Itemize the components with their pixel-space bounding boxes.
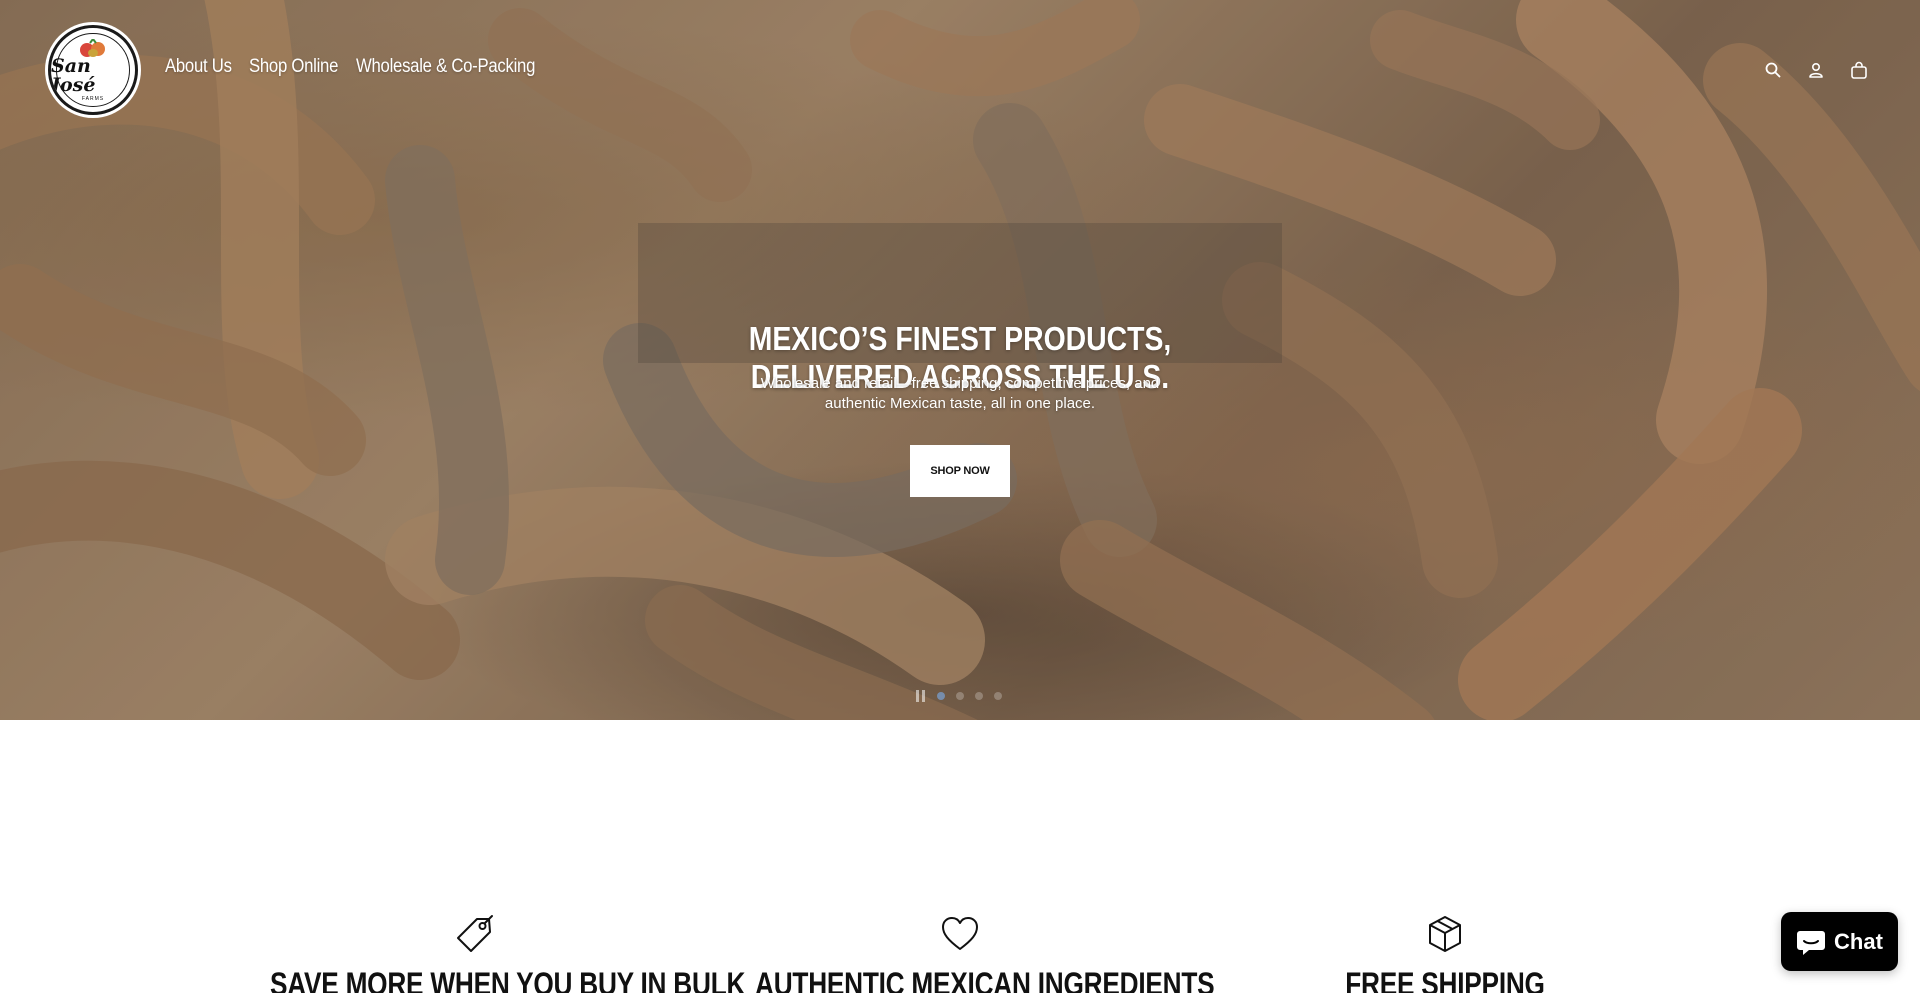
slideshow-controls [916,690,1002,702]
nav-wholesale-co-packing[interactable]: Wholesale & Co-Packing [356,56,535,78]
pause-icon[interactable] [916,690,926,702]
main-nav: About Us Shop Online Wholesale & Co-Pack… [165,56,580,78]
slide-dot-1[interactable] [937,692,945,700]
features-section: SAVE MORE WHEN YOU BUY IN BULK AUTHENTIC… [0,900,1920,993]
logo-text: San José [51,55,96,96]
slide-dot-4[interactable] [994,692,1002,700]
chat-button[interactable]: Chat [1781,912,1898,971]
chat-label: Chat [1834,928,1883,954]
feature-title-free-shipping: FREE SHIPPING [1345,966,1545,993]
box-icon [1429,916,1461,952]
brand-logo[interactable]: San José FARMS [48,25,138,115]
account-icon[interactable] [1804,58,1827,81]
logo-subtext: FARMS [81,96,105,102]
nav-about-us[interactable]: About Us [165,56,232,78]
chat-bubble-icon [1797,930,1826,955]
heart-icon [942,917,978,950]
slide-dot-2[interactable] [956,692,964,700]
slide-dot-3[interactable] [975,692,983,700]
feature-title-authentic: AUTHENTIC MEXICAN INGREDIENTS [755,966,1215,993]
site-header: San José FARMS About Us Shop Online Whol… [0,0,1920,140]
nav-shop-online[interactable]: Shop Online [249,56,338,78]
feature-authentic: AUTHENTIC MEXICAN INGREDIENTS [710,900,1215,993]
hero-subtext: Wholesale and retail—free shipping, comp… [760,375,1160,412]
feature-bulk: SAVE MORE WHEN YOU BUY IN BULK [225,900,745,993]
header-actions [1761,58,1870,81]
shop-now-button[interactable]: SHOP NOW [910,445,1010,497]
search-icon[interactable] [1761,58,1784,81]
price-tag-icon [457,915,493,952]
feature-free-shipping: FREE SHIPPING [1195,900,1695,993]
feature-title-bulk: SAVE MORE WHEN YOU BUY IN BULK [270,966,746,993]
cart-icon[interactable] [1847,58,1870,81]
